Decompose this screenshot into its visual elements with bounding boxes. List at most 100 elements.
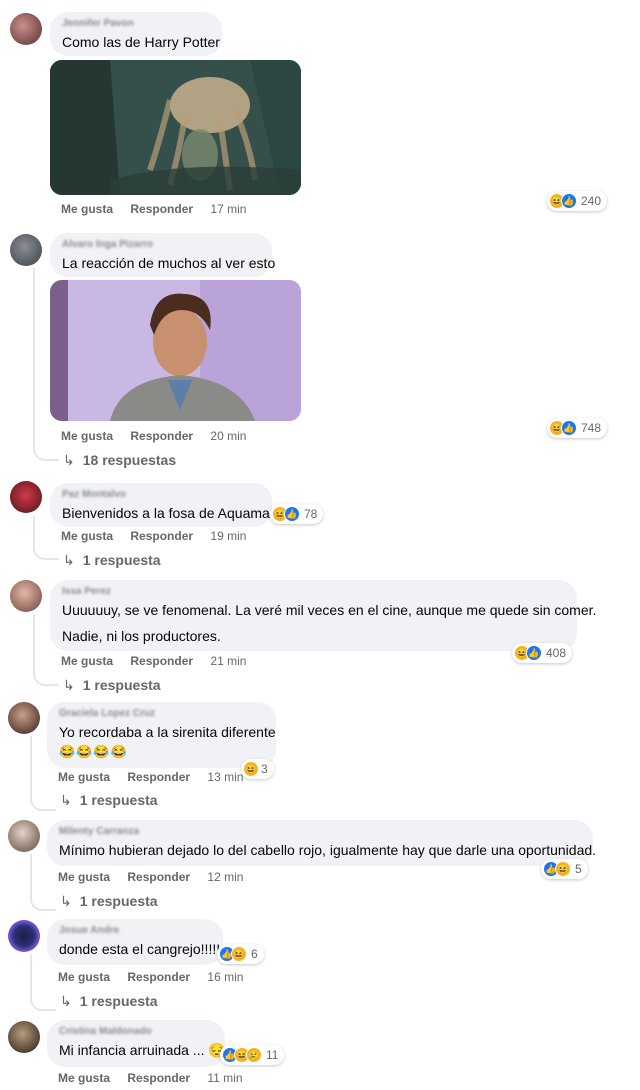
underwater-hair-image [50, 60, 301, 195]
avatar[interactable] [8, 820, 40, 852]
avatar[interactable] [10, 234, 42, 266]
reaction-summary[interactable]: 👍 😆 6 [217, 944, 264, 964]
avatar[interactable] [8, 920, 40, 952]
reply-link[interactable]: Responder [127, 1071, 190, 1085]
reaction-count: 240 [581, 194, 602, 208]
reply-arrow-icon: ↳ [63, 552, 75, 568]
reply-thread-line [33, 515, 59, 560]
like-link[interactable]: Me gusta [61, 202, 113, 216]
like-link[interactable]: Me gusta [58, 1071, 110, 1085]
reply-link[interactable]: Responder [130, 529, 193, 543]
reply-arrow-icon: ↳ [63, 677, 75, 693]
replies-count[interactable]: 1 respuesta [80, 993, 158, 1009]
comment-text: Mínimo hubieran dejado lo del cabello ro… [59, 842, 597, 858]
reply-thread-line [30, 854, 56, 911]
comment-bubble: Milenty Carranza Mínimo hubieran dejado … [47, 820, 597, 866]
like-reaction-icon: 👍 [284, 506, 300, 522]
comment-actions: Me gusta Responder 19 min [61, 529, 260, 543]
comment-time[interactable]: 17 min [210, 202, 246, 216]
reaction-summary[interactable]: 😆 👍 78 [270, 504, 324, 524]
reply-link[interactable]: Responder [127, 870, 190, 884]
comment-author[interactable]: Jennifer Pavon [62, 18, 210, 30]
reply-link[interactable]: Responder [130, 202, 193, 216]
reaction-summary[interactable]: 😆 👍 240 [547, 191, 608, 211]
reply-arrow-icon: ↳ [60, 893, 72, 909]
replies-count[interactable]: 18 respuestas [83, 452, 176, 468]
reply-arrow-icon: ↳ [60, 792, 72, 808]
replies-count[interactable]: 1 respuesta [83, 552, 161, 568]
replies-count[interactable]: 1 respuesta [80, 792, 158, 808]
comment-time[interactable]: 19 min [210, 529, 246, 543]
comment-text: Bienvenidos a la fosa de Aquaman [62, 505, 278, 521]
replies-count[interactable]: 1 respuesta [80, 893, 158, 909]
reaction-count: 408 [546, 646, 567, 660]
reaction-count: 748 [581, 421, 602, 435]
comment-author[interactable]: Josue Andre [59, 925, 211, 937]
like-reaction-icon: 👍 [561, 193, 577, 209]
comment-bubble: Cristina Maldonado Mi infancia arruinada… [47, 1020, 226, 1067]
reply-thread-line [30, 736, 56, 811]
reply-arrow-icon: ↳ [63, 452, 75, 468]
reply-link[interactable]: Responder [130, 654, 193, 668]
replies-count[interactable]: 1 respuesta [83, 677, 161, 693]
comment-actions: Me gusta Responder 17 min [61, 202, 260, 216]
comment-text: La reacción de muchos al ver esto [62, 255, 276, 271]
comment-bubble: Alvaro Inga Pizarro La reacción de mucho… [50, 233, 276, 277]
comment-author[interactable]: Alvaro Inga Pizarro [62, 239, 260, 251]
comment-time[interactable]: 12 min [207, 870, 243, 884]
comment-text: donde esta el cangrejo!!!!! [59, 941, 221, 957]
comment-actions: Me gusta Responder 21 min [61, 654, 260, 668]
comment-time[interactable]: 20 min [210, 429, 246, 443]
view-replies-link[interactable]: ↳ 1 respuesta [63, 551, 161, 569]
reaction-count: 3 [261, 762, 268, 776]
reply-thread-line [33, 614, 59, 686]
like-link[interactable]: Me gusta [58, 770, 110, 784]
reaction-summary[interactable]: 😆 👍 748 [547, 418, 608, 438]
comment-text: Nadie, ni los productores. [62, 628, 221, 644]
reaction-count: 11 [266, 1048, 279, 1062]
comment-time[interactable]: 13 min [207, 770, 243, 784]
like-link[interactable]: Me gusta [61, 429, 113, 443]
comment-author[interactable]: Paz Montalvo [62, 489, 260, 501]
comment-time[interactable]: 11 min [207, 1071, 242, 1085]
comment-text: Mi infancia arruinada ... 😔 [59, 1042, 226, 1058]
like-link[interactable]: Me gusta [61, 654, 113, 668]
like-link[interactable]: Me gusta [58, 870, 110, 884]
comment-gif[interactable] [50, 60, 301, 195]
reply-thread-line [33, 268, 59, 461]
like-link[interactable]: Me gusta [61, 529, 113, 543]
reply-link[interactable]: Responder [130, 429, 193, 443]
view-replies-link[interactable]: ↳ 1 respuesta [63, 676, 161, 694]
comment-author[interactable]: Cristina Maldonado [59, 1026, 213, 1038]
reaction-summary[interactable]: 😆 👍 408 [512, 643, 573, 663]
avatar[interactable] [8, 1021, 40, 1053]
comment-time[interactable]: 16 min [207, 970, 243, 984]
avatar[interactable] [10, 13, 42, 45]
reply-link[interactable]: Responder [127, 770, 190, 784]
reaction-summary[interactable]: 👍 😆 😢 11 [220, 1045, 285, 1065]
view-replies-link[interactable]: ↳ 18 respuestas [63, 451, 176, 469]
reaction-count: 5 [575, 862, 582, 876]
view-replies-link[interactable]: ↳ 1 respuesta [60, 892, 158, 910]
view-replies-link[interactable]: ↳ 1 respuesta [60, 992, 158, 1010]
like-reaction-icon: 👍 [526, 645, 542, 661]
comment-time[interactable]: 21 min [210, 654, 246, 668]
sad-reaction-icon: 😢 [246, 1047, 262, 1063]
comment-actions: Me gusta Responder 12 min [58, 870, 257, 884]
comment-author[interactable]: Graciela Lopez Cruz [59, 708, 264, 720]
surprised-man-image [50, 280, 301, 421]
view-replies-link[interactable]: ↳ 1 respuesta [60, 791, 158, 809]
reply-arrow-icon: ↳ [60, 993, 72, 1009]
comment-text: Yo recordaba a la sirenita diferente [59, 724, 276, 740]
avatar[interactable] [10, 481, 42, 513]
reaction-count: 6 [251, 947, 258, 961]
comment-author[interactable]: Milenty Carranza [59, 826, 581, 838]
reply-link[interactable]: Responder [127, 970, 190, 984]
comment-bubble: Josue Andre donde esta el cangrejo!!!!! [47, 919, 223, 965]
reaction-summary[interactable]: 👍 😆 5 [541, 859, 588, 879]
like-link[interactable]: Me gusta [58, 970, 110, 984]
comment-gif[interactable] [50, 280, 301, 421]
avatar[interactable] [10, 580, 42, 612]
comment-author[interactable]: Issa Perez [62, 586, 565, 598]
avatar[interactable] [8, 702, 40, 734]
